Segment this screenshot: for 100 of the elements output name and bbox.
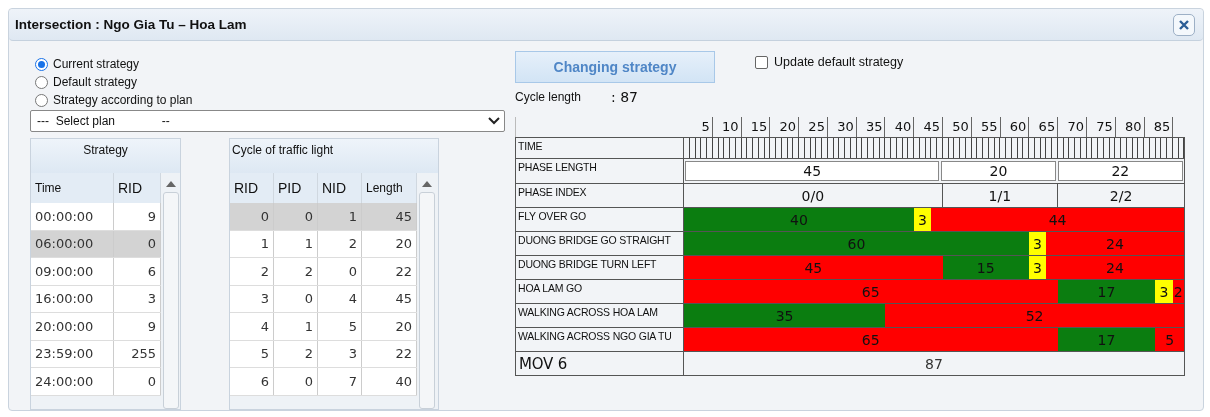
row-label: PHASE INDEX xyxy=(516,184,684,207)
signal-phase-bar: 60 xyxy=(684,232,1029,255)
signal-phase-bar: 24 xyxy=(1046,256,1184,279)
tick-label: 65 xyxy=(1029,117,1059,137)
table-cell: 20:00:00 xyxy=(31,313,114,340)
table-cell: 0 xyxy=(274,368,318,395)
table-row[interactable]: 1 1 2 20 xyxy=(230,230,417,258)
table-cell: 0 xyxy=(318,258,362,285)
window-title: Intersection : Ngo Gia Tu – Hoa Lam xyxy=(15,17,247,32)
table-cell: 1 xyxy=(230,230,274,257)
table-row[interactable]: 4 1 5 20 xyxy=(230,313,417,341)
phase-index-cell-text: 2/2 xyxy=(1108,186,1134,206)
radio-label: Default strategy xyxy=(53,75,138,89)
table-row[interactable]: 5 2 3 22 xyxy=(230,340,417,368)
select-value: --- Select plan -- xyxy=(37,114,170,128)
table-row[interactable]: 0 0 1 45 xyxy=(230,203,417,231)
table-row[interactable]: 00:00:00 9 xyxy=(31,203,161,231)
radio-button[interactable] xyxy=(35,57,48,71)
signal-phase-bar: 65 xyxy=(684,328,1058,351)
table-cell: 24:00:00 xyxy=(31,368,114,395)
signal-phase-bar: 52 xyxy=(885,304,1184,327)
total-cell-text: 87 xyxy=(924,354,944,374)
tick-label: 60 xyxy=(1000,117,1030,137)
table-row[interactable]: 09:00:00 6 xyxy=(31,258,161,286)
phase-length-field[interactable]: 20 xyxy=(941,161,1056,181)
cycle-length-value: : 87 xyxy=(611,89,639,105)
tick-label: 15 xyxy=(741,117,771,137)
phase-index-cell: 1/1 xyxy=(942,184,1059,207)
table-cell: 1 xyxy=(274,313,318,340)
table-row[interactable]: 3 0 4 45 xyxy=(230,285,417,313)
row-label: PHASE LENGTH xyxy=(516,159,684,183)
signal-phase-bar: 40 xyxy=(684,208,914,231)
tick-label: 40 xyxy=(885,117,915,137)
table-cell: 16:00:00 xyxy=(31,285,114,312)
signal-phase-bar: 24 xyxy=(1046,232,1184,255)
tick-label: 75 xyxy=(1086,117,1116,137)
signal-phase-bar: 3 xyxy=(1155,280,1173,303)
table-cell: 5 xyxy=(230,340,274,367)
table-row[interactable]: 2 2 0 22 xyxy=(230,258,417,286)
table-cell: 2 xyxy=(274,340,318,367)
table-cell: 4 xyxy=(318,285,362,312)
table-cell: 3 xyxy=(230,285,274,312)
cycle-length-label: Cycle length xyxy=(515,90,582,104)
radio-label: Strategy according to plan xyxy=(53,93,193,107)
table-cell: 0 xyxy=(274,285,318,312)
radio-label: Current strategy xyxy=(53,57,140,71)
table-row[interactable]: 06:00:00 0 xyxy=(31,230,161,258)
table-cell: 23:59:00 xyxy=(31,340,114,367)
table-cell: 09:00:00 xyxy=(31,258,114,285)
phase-index-cell: 0/0 xyxy=(684,184,943,207)
row-label: TIME xyxy=(516,138,684,158)
table-cell: 2 xyxy=(318,230,362,257)
table-cell: 2 xyxy=(274,258,318,285)
table-cell: 0 xyxy=(230,203,274,230)
tick-label: 35 xyxy=(856,117,886,137)
phase-length-field[interactable]: 22 xyxy=(1057,161,1183,181)
tick-label: 10 xyxy=(712,117,742,137)
table-cell: 3 xyxy=(318,340,362,367)
phase-length-field[interactable]: 45 xyxy=(685,161,940,181)
scroll-thumb[interactable] xyxy=(162,192,179,409)
signal-phase-bar: 15 xyxy=(942,256,1029,279)
row-label: MOV 6 xyxy=(516,352,684,375)
tick-label: 50 xyxy=(943,117,972,137)
table-title: Cycle of traffic light xyxy=(230,139,438,173)
tick-label: 85 xyxy=(1144,117,1174,137)
tick-label: 45 xyxy=(914,117,944,137)
tick-label: 70 xyxy=(1058,117,1087,137)
table-row[interactable]: 20:00:00 9 xyxy=(31,313,161,341)
signal-phase-bar: 5 xyxy=(1155,328,1184,351)
radio-button[interactable] xyxy=(35,75,48,89)
signal-phase-bar: 44 xyxy=(931,208,1184,231)
tick-label: 80 xyxy=(1115,117,1145,137)
table-row[interactable]: 23:59:00 255 xyxy=(31,340,161,368)
table-cell: 1 xyxy=(274,230,318,257)
signal-phase-bar: 35 xyxy=(684,304,886,327)
plan-select[interactable]: --- Select plan -- xyxy=(30,110,505,132)
radio-button[interactable] xyxy=(35,93,48,107)
table-cell: 5 xyxy=(318,313,362,340)
signal-phase-bar: 17 xyxy=(1057,280,1156,303)
tick-label: 5 xyxy=(684,117,713,137)
table-cell: 7 xyxy=(318,368,362,395)
table-row[interactable]: 6 0 7 40 xyxy=(230,368,417,396)
checkbox[interactable] xyxy=(755,55,768,69)
tick-label: 55 xyxy=(971,117,1001,137)
table-cell: 6 xyxy=(230,368,274,395)
scroll-thumb[interactable] xyxy=(419,192,435,409)
table-title: Strategy xyxy=(31,139,180,173)
table-cell: 2 xyxy=(230,258,274,285)
chevron-down-icon xyxy=(488,117,500,125)
table-row[interactable]: 16:00:00 3 xyxy=(31,285,161,313)
signal-phase-bar: 45 xyxy=(684,256,943,279)
table-row[interactable]: 24:00:00 0 xyxy=(31,368,161,396)
signal-phase-bar: 17 xyxy=(1057,328,1156,351)
table-cell: 4 xyxy=(230,313,274,340)
signal-phase-bar: 65 xyxy=(684,280,1058,303)
tick-label: 30 xyxy=(827,117,857,137)
table-cell: 0 xyxy=(274,203,318,230)
close-icon xyxy=(1179,19,1189,30)
checkbox-label: Update default strategy xyxy=(774,55,904,69)
close-button[interactable] xyxy=(1173,13,1195,36)
